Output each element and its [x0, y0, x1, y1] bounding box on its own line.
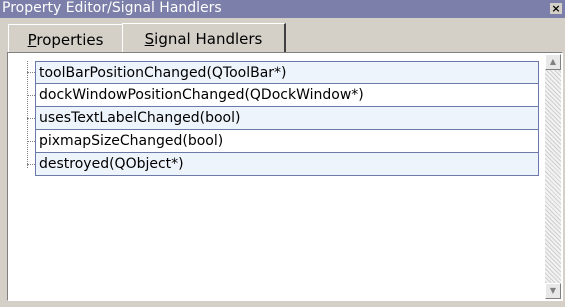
- window-title: Property Editor/Signal Handlers: [2, 0, 222, 16]
- tree-branch-line: [27, 118, 35, 119]
- tab-signal-handlers-label: ignal Handlers: [154, 30, 263, 48]
- tab-bar: Properties Signal Handlers: [0, 18, 565, 54]
- tree-branch-line: [27, 164, 35, 165]
- window-titlebar[interactable]: Property Editor/Signal Handlers ×: [0, 0, 565, 18]
- signal-item[interactable]: destroyed(QObject*): [35, 153, 539, 176]
- tree-branch-line: [27, 72, 35, 73]
- signal-item[interactable]: pixmapSizeChanged(bool): [35, 130, 539, 153]
- tab-signal-handlers[interactable]: Signal Handlers: [122, 23, 286, 53]
- tree-branch-line: [27, 95, 35, 96]
- tree-lines: [23, 61, 35, 176]
- scroll-up-arrow-icon[interactable]: ▲: [545, 54, 561, 70]
- scroll-down-arrow-icon[interactable]: ▼: [545, 283, 561, 299]
- signal-label: dockWindowPositionChanged(QDockWindow*): [39, 87, 364, 103]
- signal-label: pixmapSizeChanged(bool): [39, 133, 224, 149]
- signal-label: usesTextLabelChanged(bool): [39, 110, 241, 126]
- tree-branch-line: [27, 141, 35, 142]
- tab-properties-label: roperties: [36, 31, 104, 49]
- signal-label: destroyed(QObject*): [39, 156, 184, 172]
- close-icon[interactable]: ×: [550, 3, 562, 14]
- tab-properties[interactable]: Properties: [8, 24, 123, 54]
- signal-item[interactable]: usesTextLabelChanged(bool): [35, 107, 539, 130]
- signal-handlers-panel: toolBarPositionChanged(QToolBar*) dockWi…: [7, 52, 563, 301]
- signal-item[interactable]: toolBarPositionChanged(QToolBar*): [35, 61, 539, 84]
- signal-item[interactable]: dockWindowPositionChanged(QDockWindow*): [35, 84, 539, 107]
- signal-label: toolBarPositionChanged(QToolBar*): [39, 65, 287, 81]
- tab-signal-handlers-accel: S: [144, 30, 155, 48]
- signal-list: toolBarPositionChanged(QToolBar*) dockWi…: [35, 61, 539, 176]
- tree-trunk-line: [27, 61, 28, 168]
- vertical-scrollbar[interactable]: ▲ ▼: [545, 54, 561, 299]
